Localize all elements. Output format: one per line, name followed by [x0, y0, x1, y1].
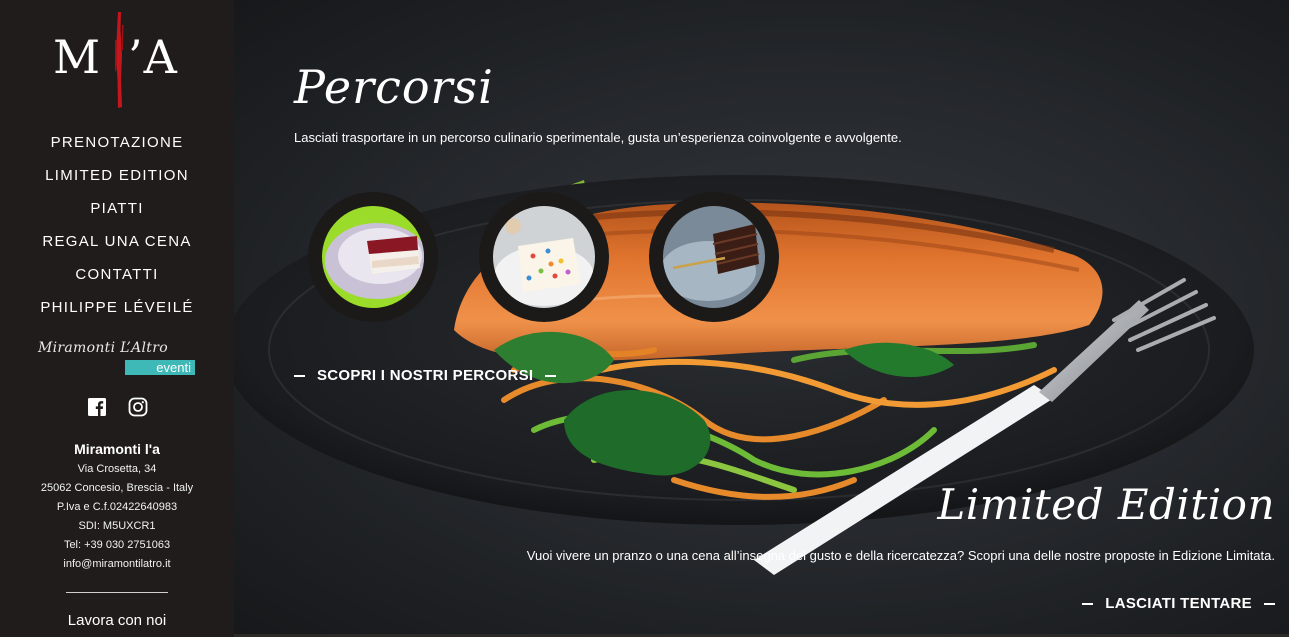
- dash-left: [294, 374, 305, 377]
- address-city: 25062 Concesio, Brescia - Italy: [40, 482, 194, 494]
- limited-edition-title: Limited Edition: [937, 480, 1275, 529]
- dash-right: [1264, 602, 1275, 605]
- nav-item-contatti[interactable]: CONTATTI: [0, 262, 234, 295]
- logo-text-right: ’A: [128, 30, 178, 84]
- address-email[interactable]: info@miramontilatro.it: [0, 555, 234, 574]
- logo[interactable]: M ’A: [50, 10, 184, 110]
- nav-item-philippe-leveile[interactable]: PHILIPPE LÉVEILÉ: [0, 295, 234, 328]
- dessert-image-2: [493, 206, 595, 308]
- dessert-image-1: [322, 206, 424, 308]
- dessert-image-3: [663, 206, 765, 308]
- limited-edition-description: Vuoi vivere un pranzo o una cena all’ins…: [526, 548, 1275, 563]
- eventi-tag: eventi: [125, 360, 195, 375]
- address-phone[interactable]: Tel: +39 030 2751063: [0, 536, 234, 555]
- scopri-percorsi-link[interactable]: SCOPRI I NOSTRI PERCORSI: [294, 367, 557, 384]
- dash-right: [545, 374, 557, 377]
- percorso-thumbnail-2[interactable]: [479, 192, 609, 322]
- nav-item-regal-una-cena[interactable]: REGAL UNA CENA: [0, 229, 234, 262]
- lavora-con-noi-link[interactable]: Lavora con noi: [0, 612, 234, 629]
- eventi-logo[interactable]: Miramonti L’Altro eventi: [38, 338, 198, 378]
- nav-item-limited-edition[interactable]: LIMITED EDITION: [0, 163, 234, 196]
- divider: [66, 592, 168, 593]
- eventi-brand: Miramonti L’Altro: [38, 340, 168, 356]
- percorso-thumbnail-3[interactable]: [649, 192, 779, 322]
- restaurant-name: Miramonti l'a: [74, 441, 160, 457]
- scopri-percorsi-label: SCOPRI I NOSTRI PERCORSI: [317, 367, 534, 384]
- address-street: Via Crosetta, 34: [77, 463, 157, 475]
- logo-brush-stroke: [115, 12, 124, 108]
- instagram-icon[interactable]: [128, 397, 148, 417]
- logo-text-left: M: [53, 30, 102, 84]
- percorsi-title: Percorsi: [294, 60, 494, 114]
- nav-item-prenotazione[interactable]: PRENOTAZIONE: [0, 130, 234, 163]
- facebook-icon[interactable]: [87, 397, 107, 417]
- sidebar: M ’A PRENOTAZIONE LIMITED EDITION PIATTI…: [0, 0, 234, 637]
- percorsi-description: Lasciati trasportare in un percorso culi…: [294, 130, 902, 145]
- main-nav: PRENOTAZIONE LIMITED EDITION PIATTI REGA…: [0, 130, 234, 328]
- hero: Percorsi Lasciati trasportare in un perc…: [234, 0, 1289, 634]
- address-sdi: SDI: M5UXCR1: [78, 520, 156, 532]
- address-vat: P.Iva e C.f.02422640983: [56, 501, 178, 513]
- contact-address: Miramonti l'a Via Crosetta, 34 25062 Con…: [0, 440, 234, 574]
- lasciati-tentare-link[interactable]: LASCIATI TENTARE: [1082, 595, 1275, 612]
- nav-item-piatti[interactable]: PIATTI: [0, 196, 234, 229]
- lasciati-tentare-label: LASCIATI TENTARE: [1105, 595, 1252, 612]
- social-links: [0, 397, 234, 417]
- percorso-thumbnail-1[interactable]: [308, 192, 438, 322]
- dash-left: [1082, 602, 1094, 605]
